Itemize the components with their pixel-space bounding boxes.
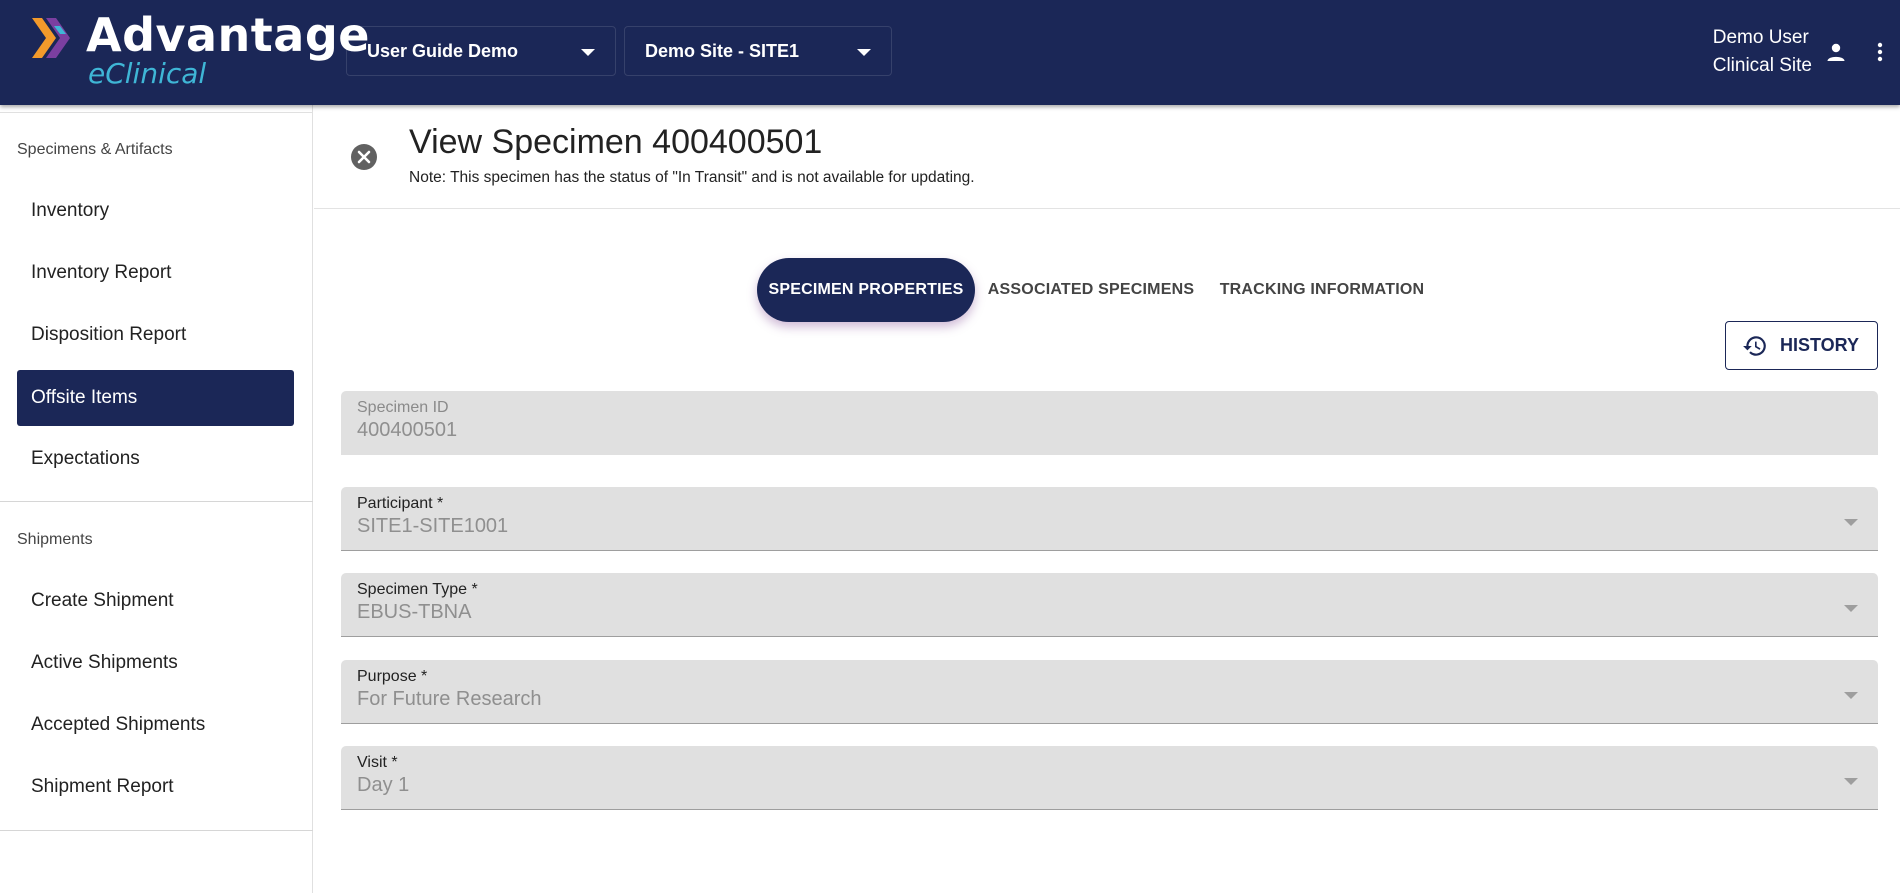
sidebar: Specimens & Artifacts Inventory Inventor… [0,105,313,893]
participant-select[interactable]: Participant * SITE1-SITE1001 [341,487,1878,551]
person-icon[interactable] [1824,40,1848,64]
study-select-value: User Guide Demo [367,40,519,61]
app-header: Advantage eClinical User Guide Demo Demo… [0,0,1900,105]
field-label: Purpose * [357,668,428,685]
chevron-down-icon [581,49,595,56]
field-label: Specimen ID [357,399,449,416]
sidebar-item-disposition-report[interactable]: Disposition Report [17,307,294,363]
tab-specimen-properties[interactable]: SPECIMEN PROPERTIES [757,258,975,322]
site-select[interactable]: Demo Site - SITE1 [624,26,892,76]
sidebar-item-expectations[interactable]: Expectations [17,431,294,487]
sidebar-item-offsite-items[interactable]: Offsite Items [17,370,294,426]
divider [0,830,313,831]
sidebar-item-inventory[interactable]: Inventory [17,183,294,239]
purpose-select[interactable]: Purpose * For Future Research [341,660,1878,724]
more-vert-icon[interactable] [1868,40,1892,64]
logo-name: Advantage [86,8,370,62]
dropdown-arrow-icon [1844,692,1858,699]
chevron-down-icon [857,49,871,56]
study-select[interactable]: User Guide Demo [346,26,616,76]
field-value: Day 1 [357,774,410,796]
user-role: Clinical Site [1712,55,1812,76]
history-button[interactable]: HISTORY [1725,321,1878,370]
close-circle-icon[interactable] [350,143,378,171]
field-value: EBUS-TBNA [357,601,472,623]
field-label: Visit * [357,754,398,771]
title-bar: View Specimen 400400501 Note: This speci… [314,105,1900,209]
history-icon [1743,335,1766,356]
field-value: For Future Research [357,688,542,710]
tab-associated-specimens[interactable]: ASSOCIATED SPECIMENS [982,258,1200,322]
logo-chevron-icon [32,18,70,58]
dropdown-arrow-icon [1844,519,1858,526]
dropdown-arrow-icon [1844,605,1858,612]
sidebar-item-accepted-shipments[interactable]: Accepted Shipments [17,697,294,753]
specimen-type-select[interactable]: Specimen Type * EBUS-TBNA [341,573,1878,637]
field-label: Specimen Type * [357,581,478,598]
user-info: Demo User Clinical Site [1713,24,1812,80]
site-select-value: Demo Site - SITE1 [645,40,800,61]
divider [0,112,313,113]
dropdown-arrow-icon [1844,778,1858,785]
logo-subtitle: eClinical [88,57,207,90]
field-label: Participant * [357,495,444,512]
sidebar-item-shipment-report[interactable]: Shipment Report [17,759,294,815]
field-value: 400400501 [357,419,458,441]
sidebar-item-inventory-report[interactable]: Inventory Report [17,245,294,301]
tab-tracking-information[interactable]: TRACKING INFORMATION [1204,258,1440,322]
app-logo[interactable]: Advantage eClinical [32,12,370,92]
specimen-id-field: Specimen ID 400400501 [341,391,1878,455]
sidebar-item-create-shipment[interactable]: Create Shipment [17,573,294,629]
divider [0,501,313,502]
field-value: SITE1-SITE1001 [357,515,509,537]
user-name: Demo User [1712,27,1809,48]
page-title: View Specimen 400400501 [409,123,823,161]
sidebar-item-active-shipments[interactable]: Active Shipments [17,635,294,691]
status-note: Note: This specimen has the status of "I… [409,169,975,186]
section-title-specimens: Specimens & Artifacts [17,141,173,158]
visit-select[interactable]: Visit * Day 1 [341,746,1878,810]
main-content: View Specimen 400400501 Note: This speci… [314,105,1900,893]
section-title-shipments: Shipments [17,531,93,548]
history-button-label: HISTORY [1780,335,1860,355]
